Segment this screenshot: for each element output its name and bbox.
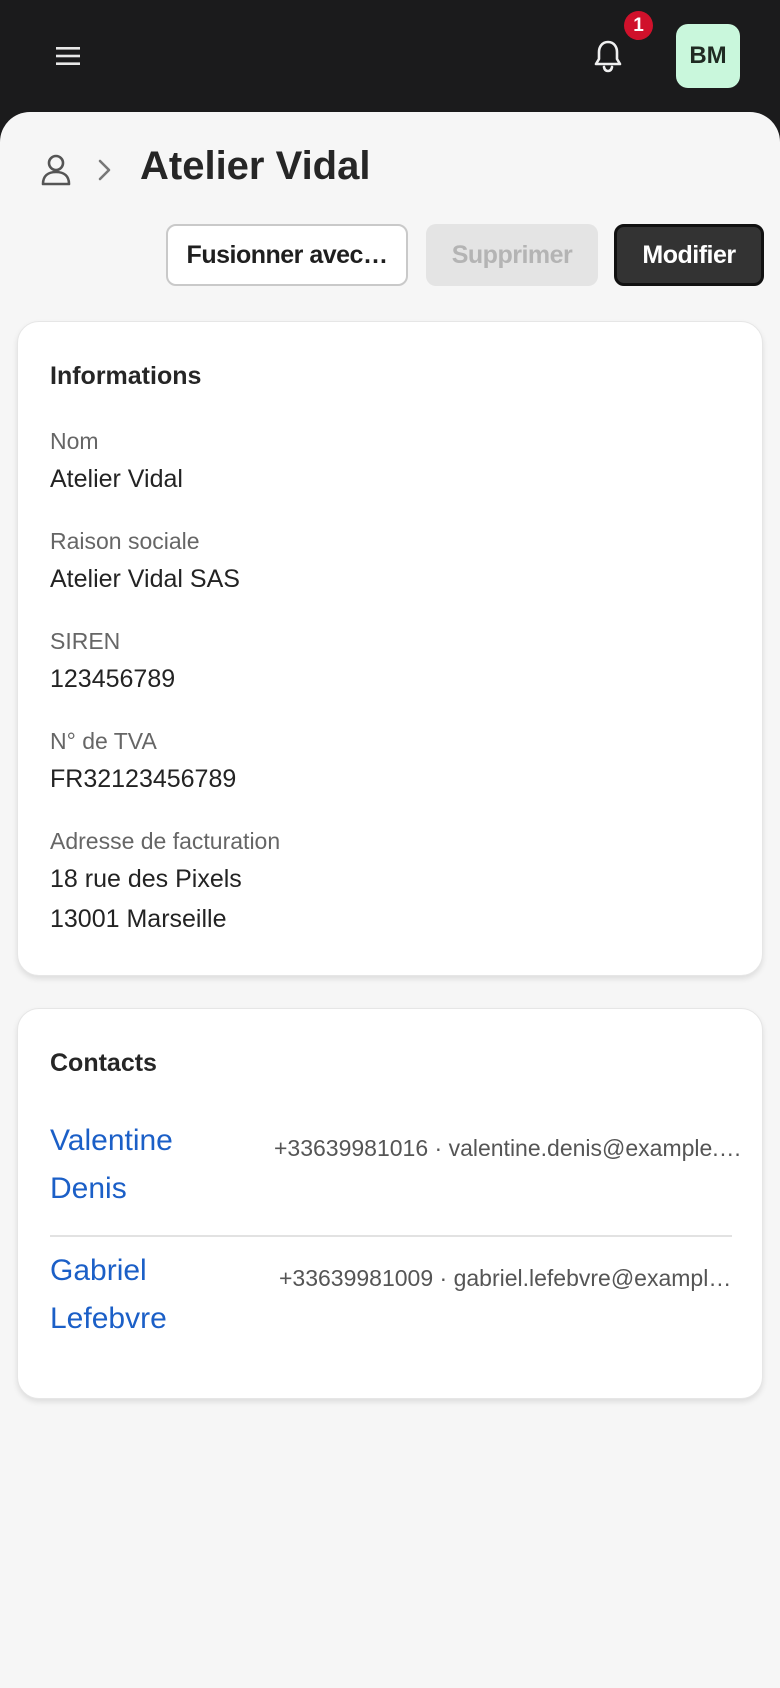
- bell-icon: [594, 40, 622, 73]
- notification-badge: 1: [624, 11, 653, 40]
- siren-label: SIREN: [50, 628, 121, 654]
- edit-button[interactable]: Modifier: [614, 224, 764, 286]
- contact-first-name: Valentine: [50, 1124, 173, 1157]
- main-sheet: Atelier Vidal Fusionner avec… Supprimer …: [0, 112, 780, 1688]
- menu-button[interactable]: [48, 38, 88, 74]
- top-bar: 1 BM: [0, 0, 780, 120]
- contact-last-name: Lefebvre: [50, 1302, 167, 1335]
- billing-address-line1: 18 rue des Pixels: [50, 865, 242, 893]
- contacts-card: Contacts Valentine Denis +33639981016 · …: [17, 1008, 763, 1399]
- avatar[interactable]: BM: [676, 24, 740, 88]
- nom-label: Nom: [50, 428, 99, 454]
- hamburger-menu-icon: [56, 47, 80, 65]
- notifications-button[interactable]: [584, 32, 632, 80]
- informations-card: Informations Nom Atelier Vidal Raison so…: [17, 321, 763, 976]
- divider: [50, 1235, 732, 1237]
- contact-name-link[interactable]: Valentine Denis: [50, 1117, 260, 1213]
- siren-value: 123456789: [50, 665, 176, 693]
- raison-sociale-label: Raison sociale: [50, 528, 200, 554]
- contacts-title: Contacts: [50, 1049, 157, 1077]
- chevron-right-icon: [98, 159, 111, 181]
- informations-title: Informations: [50, 362, 202, 390]
- contact-details: +33639981016 · valentine.denis@example.c…: [274, 1135, 744, 1161]
- delete-button: Supprimer: [426, 224, 598, 286]
- tva-value: FR32123456789: [50, 765, 237, 793]
- contact-first-name: Gabriel: [50, 1254, 147, 1287]
- page-title: Atelier Vidal: [140, 144, 371, 188]
- user-icon[interactable]: [38, 152, 74, 188]
- billing-address-line2: 13001 Marseille: [50, 905, 227, 933]
- merge-button[interactable]: Fusionner avec…: [166, 224, 408, 286]
- tva-label: N° de TVA: [50, 728, 157, 754]
- contact-name-link[interactable]: Gabriel Lefebvre: [50, 1247, 260, 1343]
- billing-address-label: Adresse de facturation: [50, 828, 281, 854]
- contact-details: +33639981009 · gabriel.lefebvre@example.…: [279, 1265, 743, 1291]
- nom-value: Atelier Vidal: [50, 465, 183, 493]
- raison-sociale-value: Atelier Vidal SAS: [50, 565, 240, 593]
- contact-last-name: Denis: [50, 1172, 127, 1205]
